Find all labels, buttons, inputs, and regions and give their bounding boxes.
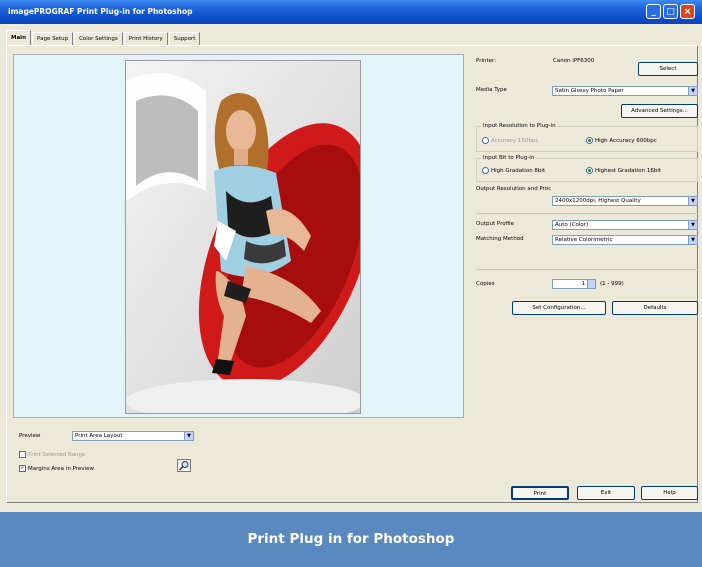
media-type-value: Satin Glossy Photo Paper xyxy=(555,88,624,94)
tab-main[interactable]: Main xyxy=(6,30,31,45)
minimize-button[interactable]: _ xyxy=(646,4,661,19)
print-selected-range-checkbox[interactable]: Print Selected Range xyxy=(19,451,85,458)
spin-arrows-icon[interactable] xyxy=(587,280,595,288)
chevron-down-icon: ▼ xyxy=(688,221,697,229)
radio-high-gradation-8bit[interactable]: High Gradation 8bit xyxy=(482,167,545,174)
tab-strip: Main Page Setup Color Settings Print His… xyxy=(6,30,201,45)
caption-banner: Print Plug in for Photoshop xyxy=(0,512,702,567)
printer-value: Canon iPF6300 xyxy=(553,58,595,64)
preview-image-graphic xyxy=(126,61,360,413)
matching-method-select[interactable]: Relative Colorimetric ▼ xyxy=(552,235,698,245)
copies-stepper[interactable]: 1 xyxy=(552,279,596,289)
chevron-down-icon: ▼ xyxy=(688,197,697,205)
printer-label: Printer: xyxy=(476,58,497,64)
media-type-label: Media Type xyxy=(476,87,507,93)
radio-highest-gradation-16bit[interactable]: Highest Gradation 16bit xyxy=(586,167,661,174)
input-resolution-label: Input Resolution to Plug-in xyxy=(481,123,558,129)
window-title: imagePROGRAF Print Plug-in for Photoshop xyxy=(8,7,193,16)
set-configuration-button[interactable]: Set Configuration... xyxy=(512,301,606,315)
tab-print-history[interactable]: Print History xyxy=(123,32,168,45)
divider xyxy=(476,269,698,270)
magnifier-icon xyxy=(178,461,189,471)
preview-mode-select[interactable]: Print Area Layout ▼ xyxy=(72,431,194,441)
select-printer-button[interactable]: Select xyxy=(638,62,698,76)
radio-on-icon xyxy=(586,167,593,174)
output-profile-label: Output Profile xyxy=(476,221,514,227)
input-bit-label: Input Bit to Plug-in xyxy=(481,155,537,161)
title-bar[interactable]: imagePROGRAF Print Plug-in for Photoshop… xyxy=(0,0,702,24)
radio-off-icon xyxy=(482,167,489,174)
chevron-down-icon: ▼ xyxy=(688,236,697,244)
tab-color-settings[interactable]: Color Settings xyxy=(74,32,123,45)
close-button[interactable]: × xyxy=(680,4,695,19)
chevron-down-icon: ▼ xyxy=(184,432,193,440)
matching-method-label: Matching Method xyxy=(476,236,524,242)
radio-accuracy-150[interactable]: Accuracy 150bpc xyxy=(482,137,538,144)
chevron-down-icon: ▼ xyxy=(688,87,697,95)
print-button[interactable]: Print xyxy=(511,486,569,500)
advanced-settings-button[interactable]: Advanced Settings... xyxy=(621,104,698,118)
plugin-window: imagePROGRAF Print Plug-in for Photoshop… xyxy=(0,0,702,512)
help-button[interactable]: Help xyxy=(641,486,698,500)
media-type-select[interactable]: Satin Glossy Photo Paper ▼ xyxy=(552,86,698,96)
zoom-preview-button[interactable] xyxy=(177,459,191,472)
radio-on-icon xyxy=(586,137,593,144)
exit-button[interactable]: Exit xyxy=(577,486,635,500)
maximize-button[interactable]: □ xyxy=(663,4,678,19)
checkmark-icon: ✓ xyxy=(19,465,26,472)
copies-range: (1 - 999) xyxy=(600,281,624,287)
tab-page-setup[interactable]: Page Setup xyxy=(32,32,74,45)
checkbox-empty-icon xyxy=(19,451,26,458)
output-resolution-label: Output Resolution and Proc xyxy=(476,186,552,192)
tab-support[interactable]: Support xyxy=(168,32,201,45)
preview-photo xyxy=(125,60,361,414)
radio-off-icon xyxy=(482,137,489,144)
radio-high-accuracy-600[interactable]: High Accuracy 600bpc xyxy=(586,137,657,144)
preview-mode-label: Preview xyxy=(19,433,41,439)
copies-value: 1 xyxy=(581,281,586,287)
defaults-button[interactable]: Defaults xyxy=(612,301,698,315)
output-profile-select[interactable]: Auto (Color) ▼ xyxy=(552,220,698,230)
copies-label: Copies xyxy=(476,281,495,287)
output-resolution-select[interactable]: 2400x1200dpi, Highest Quality ▼ xyxy=(552,196,698,206)
divider xyxy=(476,213,698,214)
margins-in-preview-checkbox[interactable]: ✓ Margins Area in Preview xyxy=(19,465,94,472)
